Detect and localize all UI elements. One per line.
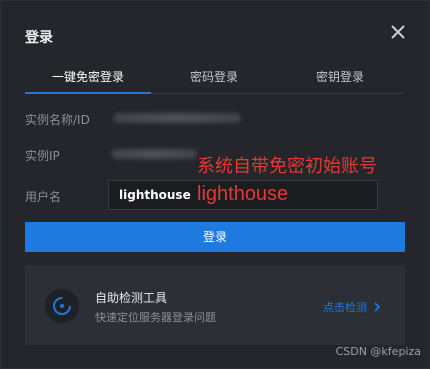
username-label: 用户名 (25, 190, 62, 204)
close-icon[interactable] (389, 23, 407, 41)
watermark: CSDN @kfepiza (335, 345, 421, 358)
annotation-username: lighthouse (197, 183, 289, 205)
login-button[interactable]: 登录 (25, 222, 405, 252)
check-link-label: 点击检测 (323, 301, 367, 314)
check-link[interactable]: 点击检测 (323, 299, 381, 315)
annotation-note: 系统自带免密初始账号 (197, 156, 377, 177)
ip-value-redacted (111, 149, 197, 159)
diagnose-icon (45, 289, 79, 323)
tool-title: 自助检测工具 (95, 291, 168, 305)
login-dialog: 登录 一键免密登录 密码登录 密钥登录 实例名称/ID 实例IP 用户名 lig… (0, 0, 430, 369)
ip-label: 实例IP (25, 149, 60, 163)
tool-subtitle: 快速定位服务器登录问题 (95, 311, 216, 324)
dialog-title: 登录 (25, 30, 53, 46)
self-check-tool-card: 自助检测工具 快速定位服务器登录问题 点击检测 (25, 265, 405, 345)
tab-key-login[interactable]: 密钥登录 (277, 61, 403, 93)
login-tabs: 一键免密登录 密码登录 密钥登录 (25, 61, 403, 94)
tab-passwordless-login[interactable]: 一键免密登录 (25, 61, 151, 94)
chevron-right-icon (374, 302, 381, 312)
instance-value-redacted (113, 113, 241, 123)
instance-label: 实例名称/ID (25, 113, 90, 127)
tab-password-login[interactable]: 密码登录 (151, 61, 277, 93)
